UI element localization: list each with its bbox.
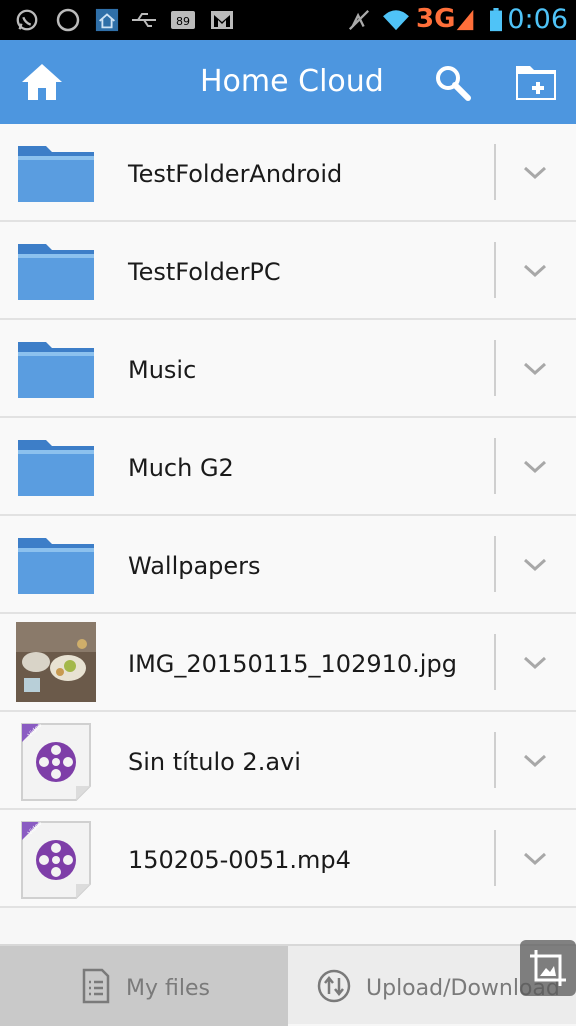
usb-icon <box>132 13 156 27</box>
bottom-tab-bar: My files Upload/Download <box>0 944 576 1026</box>
chevron-down-icon[interactable] <box>522 554 548 574</box>
divider <box>494 536 496 592</box>
status-bar: 89 3G 0:06 <box>0 0 576 40</box>
list-item[interactable]: IMG_20150115_102910.jpg <box>0 614 576 712</box>
chevron-down-icon[interactable] <box>522 848 548 868</box>
chevron-down-icon[interactable] <box>522 162 548 182</box>
circle-icon <box>56 8 80 32</box>
tab-my-files[interactable]: My files <box>0 946 288 1026</box>
wifi-icon <box>383 10 409 31</box>
chevron-down-icon[interactable] <box>522 652 548 672</box>
image-thumbnail <box>16 622 96 702</box>
new-folder-icon[interactable] <box>512 58 560 106</box>
folder-icon <box>18 244 94 300</box>
list-item[interactable]: TestFolderPC <box>0 222 576 320</box>
chevron-down-icon[interactable] <box>522 750 548 770</box>
tab-my-files-label: My files <box>126 976 210 1001</box>
divider <box>494 340 496 396</box>
list-item[interactable]: Music <box>0 320 576 418</box>
divider <box>494 634 496 690</box>
battery-percent-icon: 89 <box>171 11 195 29</box>
document-list-icon <box>82 968 110 1004</box>
chevron-down-icon[interactable] <box>522 456 548 476</box>
list-item[interactable]: Video Sin título 2.avi <box>0 712 576 810</box>
upload-download-icon <box>317 969 351 1003</box>
floating-screenshot-button[interactable] <box>520 940 576 996</box>
divider <box>494 732 496 788</box>
page-title: Home Cloud <box>200 64 384 99</box>
divider <box>494 438 496 494</box>
file-name: IMG_20150115_102910.jpg <box>128 650 457 678</box>
home-icon[interactable] <box>18 58 66 106</box>
folder-icon <box>18 146 94 202</box>
divider <box>494 242 496 298</box>
folder-icon <box>18 440 94 496</box>
chevron-down-icon[interactable] <box>522 358 548 378</box>
mute-icon <box>348 9 370 31</box>
chevron-down-icon[interactable] <box>522 260 548 280</box>
file-name: TestFolderPC <box>128 258 281 286</box>
file-name: Music <box>128 356 197 384</box>
file-name: TestFolderAndroid <box>128 160 343 188</box>
gmail-icon <box>211 11 233 29</box>
video-file-icon: Video <box>21 820 91 899</box>
list-item[interactable]: Video 150205-0051.mp4 <box>0 810 576 908</box>
home-cloud-icon <box>95 8 119 32</box>
file-name: Sin título 2.avi <box>128 748 301 776</box>
svg-text:89: 89 <box>176 15 190 28</box>
file-name: 150205-0051.mp4 <box>128 846 351 874</box>
divider <box>494 830 496 886</box>
network-type-label: 3G <box>416 4 456 34</box>
list-item[interactable]: Much G2 <box>0 418 576 516</box>
signal-icon <box>456 9 474 31</box>
list-item[interactable]: TestFolderAndroid <box>0 124 576 222</box>
crop-image-icon <box>530 950 566 986</box>
file-name: Much G2 <box>128 454 234 482</box>
search-icon[interactable] <box>428 58 476 106</box>
video-file-icon: Video <box>21 722 91 801</box>
clock: 0:06 <box>507 4 568 35</box>
folder-icon <box>18 342 94 398</box>
list-item[interactable]: Wallpapers <box>0 516 576 614</box>
divider <box>494 144 496 200</box>
battery-icon <box>490 8 502 32</box>
whatsapp-icon <box>16 9 38 31</box>
app-header: Home Cloud <box>0 40 576 124</box>
folder-icon <box>18 538 94 594</box>
file-name: Wallpapers <box>128 552 261 580</box>
